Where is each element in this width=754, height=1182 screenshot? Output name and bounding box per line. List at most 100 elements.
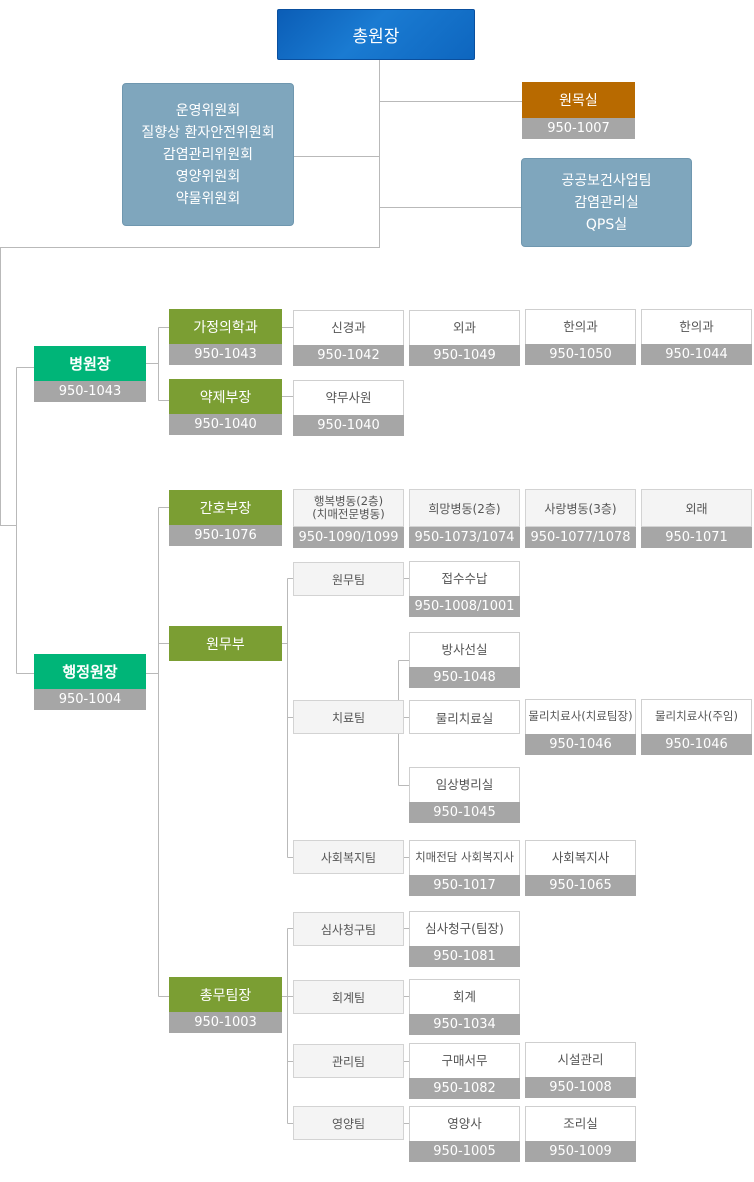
pharmacy-head-label: 약제부장 [169,379,282,414]
unit-label: 방사선실 [441,642,488,657]
accounting-team-box: 회계팀 [293,980,404,1014]
dept-label: 신경과 [331,320,366,335]
dementia-sw-node: 치매전담 사회복지사 950-1017 [409,840,520,896]
committees-box: 운영위원회 질향상 환자안전위원회 감염관리위원회 영양위원회 약물위원회 [122,83,294,226]
nursing-head-label: 간호부장 [169,490,282,525]
chaplain-phone: 950-1007 [522,118,635,139]
hospital-director-node: 병원장 950-1043 [34,346,146,402]
nursing-head-phone: 950-1076 [169,525,282,546]
social-team-box: 사회복지팀 [293,840,404,874]
unit-label: 영양사 [447,1116,482,1131]
ward-label: 외래 [641,489,752,527]
unit-phone: 950-1065 [525,875,636,896]
admin-director-label: 행정원장 [34,654,146,689]
nursing-head-node: 간호부장 950-1076 [169,490,282,546]
purchasing-node: 구매서무 950-1082 [409,1043,520,1099]
dept-phone: 950-1044 [641,344,752,365]
dietitian-node: 영양사 950-1005 [409,1106,520,1162]
ward-label: 행복병동(2층) (치매전문병동) [293,489,404,527]
hospital-director-phone: 950-1043 [34,381,146,402]
unit-phone: 950-1048 [409,667,520,688]
general-affairs-phone: 950-1003 [169,1012,282,1033]
general-affairs-node: 총무팀장 950-1003 [169,977,282,1033]
unit-label: 회계 [452,989,476,1004]
dept-oriental-1: 한의과 950-1050 [525,309,636,365]
committee-item: 운영위원회 [175,102,241,119]
unit-phone: 950-1008 [525,1077,636,1098]
pharmacy-staff-label: 약무사원 [325,390,372,405]
committee-item: 영양위원회 [175,168,241,185]
admin-dept-label: 원무부 [169,626,282,661]
ward-hope: 희망병동(2층) 950-1073/1074 [409,489,520,548]
unit-label: 접수수납 [441,571,488,586]
unit-label: 물리치료실 [435,710,494,726]
committee-item: 질향상 환자안전위원회 [141,124,275,141]
ward-label: 사랑병동(3층) [525,489,636,527]
unit-phone: 950-1005 [409,1141,520,1162]
therapy-team-box: 치료팀 [293,700,404,734]
unit-label: 물리치료사(치료팀장) [528,709,633,723]
accounting-node: 회계 950-1034 [409,979,520,1035]
general-affairs-label: 총무팀장 [169,977,282,1012]
physio-node: 물리치료실 [409,700,520,734]
unit-phone: 950-1009 [525,1141,636,1162]
ward-phone: 950-1071 [641,527,752,548]
unit-label: 심사청구(팀장) [425,921,504,936]
ward-phone: 950-1077/1078 [525,527,636,548]
dept-label: 한의과 [563,319,598,334]
unit-label: 구매서무 [441,1053,488,1068]
ward-happiness: 행복병동(2층) (치매전문병동) 950-1090/1099 [293,489,404,548]
admin-team-box: 원무팀 [293,562,404,596]
pharmacy-head-node: 약제부장 950-1040 [169,379,282,435]
public-health-box: 공공보건사업팀 감염관리실 QPS실 [521,158,692,247]
unit-phone: 950-1034 [409,1014,520,1035]
dept-phone: 950-1049 [409,345,520,366]
ward-label: 희망병동(2층) [409,489,520,527]
dept-surgery: 외과 950-1049 [409,310,520,366]
public-health-item: QPS실 [585,216,628,233]
ward-sub: (치매전문병동) [312,507,385,521]
dept-neurology: 신경과 950-1042 [293,310,404,366]
committee-item: 감염관리위원회 [162,146,254,163]
ceo-label: 총원장 [352,27,400,47]
ward-outpatient: 외래 950-1071 [641,489,752,548]
pharmacy-staff-node: 약무사원 950-1040 [293,380,404,436]
ward-phone: 950-1090/1099 [293,527,404,548]
unit-label: 물리치료사(주임) [654,709,739,723]
unit-phone: 950-1046 [641,734,752,755]
family-medicine-phone: 950-1043 [169,344,282,365]
unit-label: 치매전담 사회복지사 [415,850,514,864]
public-health-item: 감염관리실 [574,194,639,211]
radiology-node: 방사선실 950-1048 [409,632,520,688]
unit-phone: 950-1082 [409,1078,520,1099]
unit-label: 사회복지사 [551,850,610,865]
admin-dept-node: 원무부 [169,626,282,661]
unit-phone: 950-1045 [409,802,520,823]
dept-label: 외과 [452,320,476,335]
unit-phone: 950-1046 [525,734,636,755]
claims-lead-node: 심사청구(팀장) 950-1081 [409,911,520,967]
dept-phone: 950-1050 [525,344,636,365]
dept-phone: 950-1042 [293,345,404,366]
admin-director-phone: 950-1004 [34,689,146,710]
dept-label: 한의과 [679,319,714,334]
hospital-director-label: 병원장 [34,346,146,381]
facilities-node: 시설관리 950-1008 [525,1042,636,1098]
chaplain-node: 원목실 950-1007 [522,82,635,139]
family-medicine-node: 가정의학과 950-1043 [169,309,282,365]
admin-director-node: 행정원장 950-1004 [34,654,146,710]
nutrition-team-box: 영양팀 [293,1106,404,1140]
unit-label: 임상병리실 [435,777,494,792]
clinical-lab-node: 임상병리실 950-1045 [409,767,520,823]
ceo-box: 총원장 [277,9,475,60]
kitchen-node: 조리실 950-1009 [525,1106,636,1162]
chaplain-label: 원목실 [522,82,635,118]
unit-label: 조리실 [563,1116,598,1131]
physio-lead-node: 물리치료사(치료팀장) 950-1046 [525,699,636,755]
reception-node: 접수수납 950-1008/1001 [409,561,520,617]
ward-phone: 950-1073/1074 [409,527,520,548]
unit-label: 시설관리 [557,1052,604,1067]
family-medicine-label: 가정의학과 [169,309,282,344]
social-worker-node: 사회복지사 950-1065 [525,840,636,896]
committee-item: 약물위원회 [175,190,241,207]
